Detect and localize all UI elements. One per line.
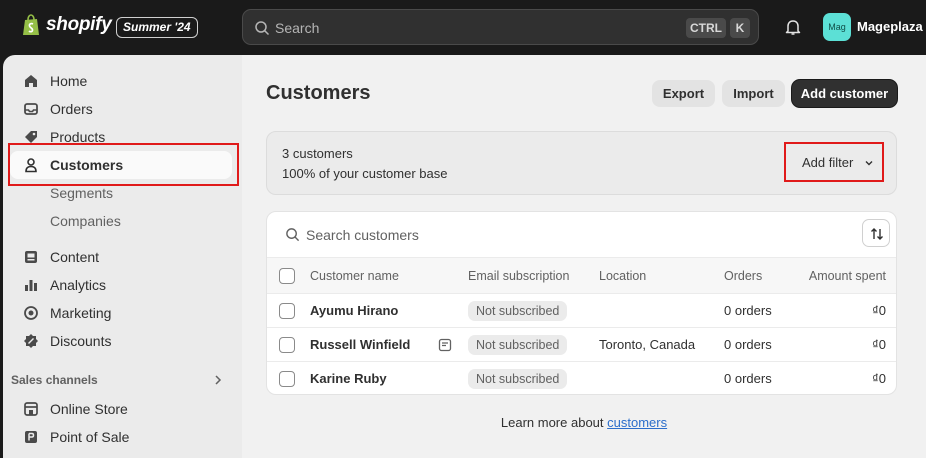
content-icon	[25, 251, 37, 263]
sidebar-item-label: Segments	[50, 185, 114, 201]
customer-name[interactable]: Ayumu Hirano	[310, 303, 398, 318]
add-filter-label: Add filter	[802, 155, 854, 170]
table-row[interactable]: Russell Winfield Not subscribed Toronto,…	[267, 328, 896, 362]
sidebar-item-point-of-sale[interactable]: Point of Sale	[3, 423, 242, 451]
sidebar-item-label: Marketing	[50, 305, 112, 321]
customer-orders: 0 orders	[724, 337, 772, 352]
learn-more-link[interactable]: customers	[607, 415, 667, 430]
table-row[interactable]: Ayumu Hirano Not subscribed 0 orders ₫0	[267, 294, 896, 328]
avatar[interactable]: Mag	[823, 13, 851, 41]
shortcut-k-key: K	[730, 18, 750, 38]
sidebar-item-label: Online Store	[50, 401, 128, 417]
sort-button[interactable]	[862, 219, 890, 247]
learn-more-footer: Learn more about customers	[242, 415, 926, 430]
customer-amount-spent: ₫0	[872, 337, 886, 352]
select-all-checkbox[interactable]	[279, 268, 295, 284]
sidebar-item-marketing[interactable]: Marketing	[3, 299, 242, 327]
shopify-bag-icon	[23, 14, 39, 35]
search-placeholder: Search	[275, 20, 320, 36]
sidebar-item-content[interactable]: Content	[3, 243, 242, 271]
customer-name[interactable]: Russell Winfield	[310, 337, 410, 352]
page-title: Customers	[266, 82, 371, 104]
sidebar-item-label: Content	[50, 249, 100, 265]
add-customer-button[interactable]: Add customer	[792, 80, 897, 107]
bar-chart-icon	[25, 280, 37, 291]
top-bar: shopify Summer '24 Search CTRL K Mag Mag…	[0, 0, 926, 55]
column-header-location[interactable]: Location	[599, 269, 646, 283]
subscription-badge: Not subscribed	[468, 369, 568, 389]
sidebar: Home Orders Products Customers Segments …	[3, 55, 242, 458]
main-content: Customers Export Import Add customer 3 c…	[242, 55, 926, 458]
sidebar-item-label: Home	[50, 73, 88, 89]
customers-table-card: Search customers Customer name Email sub…	[266, 211, 897, 395]
import-button[interactable]: Import	[722, 80, 785, 107]
customer-search-input[interactable]: Search customers	[306, 227, 419, 243]
customer-amount-spent: ₫0	[872, 371, 886, 386]
sidebar-item-label: Orders	[50, 101, 93, 117]
sidebar-item-orders[interactable]: Orders	[3, 95, 242, 123]
customer-count: 3 customers	[282, 146, 353, 161]
column-header-email-subscription[interactable]: Email subscription	[468, 269, 569, 283]
customer-orders: 0 orders	[724, 371, 772, 386]
sidebar-item-home[interactable]: Home	[3, 67, 242, 95]
table-row[interactable]: Karine Ruby Not subscribed 0 orders ₫0	[267, 362, 896, 394]
add-filter-button[interactable]: Add filter	[784, 142, 884, 182]
sidebar-item-online-store[interactable]: Online Store	[3, 395, 242, 423]
sidebar-item-discounts[interactable]: Discounts	[3, 327, 242, 355]
chevron-down-icon	[865, 161, 873, 166]
customers-highlight-box	[8, 143, 239, 186]
target-icon	[24, 306, 38, 320]
pos-icon	[25, 431, 37, 443]
logo-text: shopify	[46, 14, 112, 35]
sidebar-item-companies[interactable]: Companies	[3, 207, 242, 235]
column-header-name[interactable]: Customer name	[310, 269, 399, 283]
store-icon	[24, 402, 38, 416]
customer-summary-card: 3 customers 100% of your customer base A…	[266, 131, 897, 195]
edition-badge[interactable]: Summer '24	[116, 17, 198, 38]
discount-icon	[24, 334, 38, 348]
row-checkbox[interactable]	[279, 371, 295, 387]
row-checkbox[interactable]	[279, 337, 295, 353]
sidebar-item-label: Companies	[50, 213, 121, 229]
subscription-badge: Not subscribed	[468, 335, 568, 355]
global-search[interactable]: Search CTRL K	[242, 9, 759, 45]
customer-location: Toronto, Canada	[599, 337, 696, 352]
customer-orders: 0 orders	[724, 303, 772, 318]
bell-icon[interactable]	[784, 18, 802, 36]
export-button[interactable]: Export	[652, 80, 715, 107]
search-icon	[286, 228, 300, 242]
sidebar-item-label: Point of Sale	[50, 429, 130, 445]
shopify-logo[interactable]: shopify	[22, 14, 112, 36]
inbox-icon	[24, 103, 38, 115]
table-header: Customer name Email subscription Locatio…	[267, 257, 896, 294]
sidebar-item-analytics[interactable]: Analytics	[3, 271, 242, 299]
customer-name[interactable]: Karine Ruby	[310, 371, 387, 386]
sidebar-item-label: Discounts	[50, 333, 112, 349]
home-icon	[25, 75, 37, 87]
search-icon	[255, 21, 270, 36]
sort-icon	[871, 228, 883, 240]
sales-channels-heading[interactable]: Sales channels	[11, 373, 98, 387]
column-header-orders[interactable]: Orders	[724, 269, 762, 283]
column-header-amount-spent[interactable]: Amount spent	[809, 269, 886, 283]
sidebar-item-label: Analytics	[50, 277, 107, 293]
chevron-right-icon[interactable]	[212, 374, 224, 386]
note-icon[interactable]	[438, 338, 452, 352]
customer-base-percent: 100% of your customer base	[282, 166, 448, 181]
customer-amount-spent: ₫0	[872, 303, 886, 318]
subscription-badge: Not subscribed	[468, 301, 568, 321]
row-checkbox[interactable]	[279, 303, 295, 319]
learn-more-prefix: Learn more about	[500, 415, 604, 430]
shortcut-ctrl-key: CTRL	[686, 18, 726, 38]
store-name[interactable]: Mageplaza	[857, 19, 923, 34]
